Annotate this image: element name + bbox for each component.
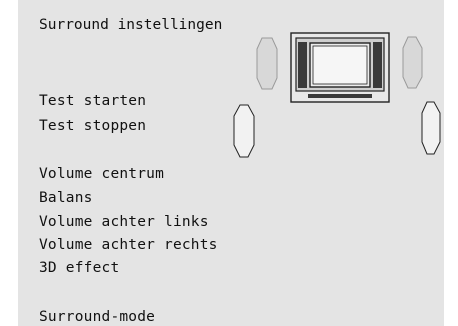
rear-right-speaker-icon	[421, 101, 441, 155]
rear-left-speaker-icon	[233, 104, 255, 158]
surround-settings-screen: Surround instellingen Test starten Test …	[18, 0, 444, 326]
speaker-layout-icon	[233, 32, 441, 158]
tv-icon	[290, 32, 390, 103]
front-right-speaker-icon	[402, 36, 423, 89]
front-left-speaker-icon	[256, 37, 278, 90]
